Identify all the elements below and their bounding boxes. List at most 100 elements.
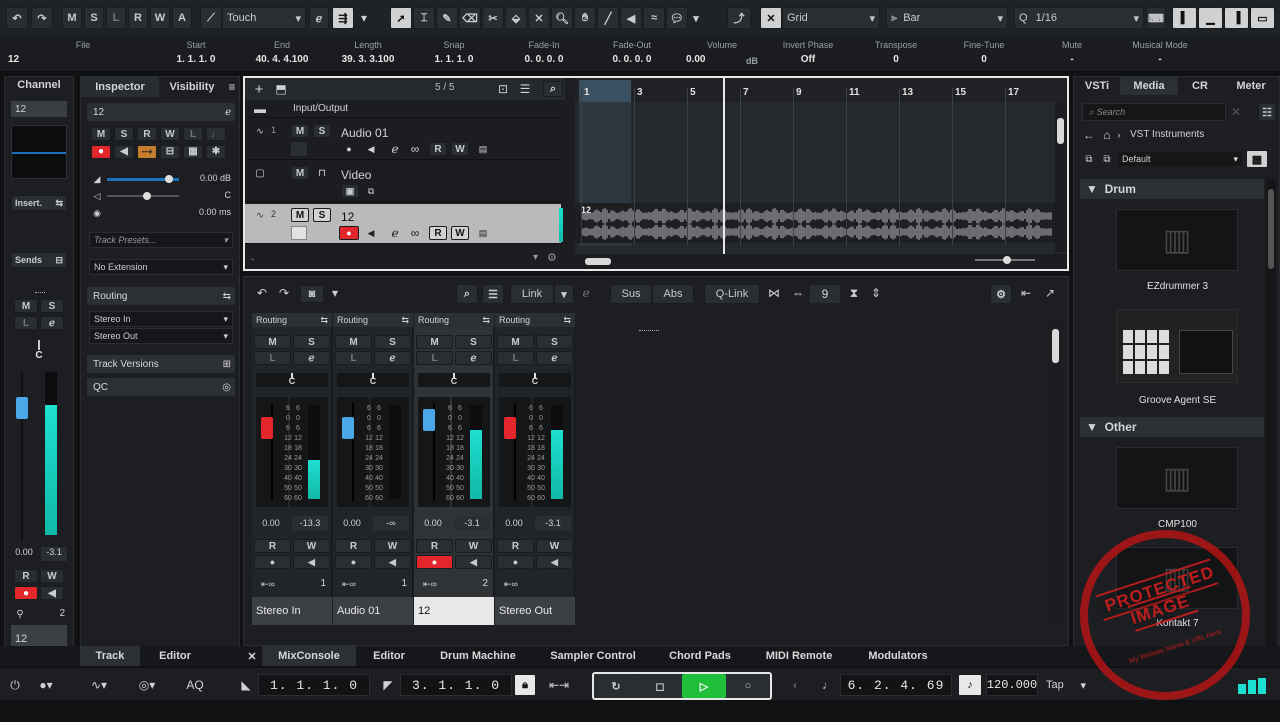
channel-fader-handle[interactable] <box>16 397 28 419</box>
tab-editor-left[interactable]: Editor <box>144 646 206 666</box>
strip-record-icon[interactable]: ● <box>335 555 372 569</box>
strip-name[interactable]: Stereo Out <box>495 597 575 625</box>
strip-pan[interactable]: C <box>337 373 409 387</box>
channel-pan-indicator[interactable] <box>38 340 40 350</box>
inspector-write-button[interactable]: W <box>160 127 180 141</box>
snap-toggle-icon[interactable]: ⤴ <box>727 7 751 29</box>
channel-zoom-value[interactable]: 9 <box>810 285 840 303</box>
gear-icon[interactable]: ⚙ <box>547 251 557 264</box>
strip-pan[interactable]: C <box>256 373 328 387</box>
auto-scroll-icon[interactable]: ⇶ <box>332 7 354 29</box>
list-icon[interactable]: ☰ <box>482 284 504 304</box>
vst-thumbnail-groove-agent[interactable] <box>1116 309 1238 383</box>
strip-volume-value[interactable]: 0.00 <box>252 518 290 528</box>
snapshot-icon[interactable]: ◙ <box>300 285 324 303</box>
strip-monitor-icon[interactable]: ◀︎ <box>374 555 411 569</box>
tab-media[interactable]: Media <box>1120 77 1178 95</box>
undo-icon[interactable]: ↶ <box>6 7 28 29</box>
read-mode-button[interactable]: R <box>128 7 148 29</box>
chevron-down-icon[interactable]: ▾ <box>689 7 703 29</box>
keyboard-icon[interactable]: ⌨ <box>1146 7 1166 29</box>
channel-solo-button[interactable]: S <box>40 299 64 313</box>
media-scroll-thumb[interactable] <box>1268 189 1274 269</box>
tempo-track-icon[interactable]: ♪ <box>958 674 982 696</box>
left-locator-field[interactable]: 1. 1. 1. 0 <box>258 674 370 696</box>
zoom-in-icon[interactable]: ⇔ <box>790 285 806 301</box>
splitter[interactable] <box>565 78 575 269</box>
strip-peak-value[interactable]: -13.3 <box>292 516 328 530</box>
track-name[interactable]: 12 <box>341 210 354 224</box>
strip-monitor-icon[interactable]: ◀︎ <box>536 555 573 569</box>
edit-icon[interactable]: ℯ <box>225 107 231 118</box>
listen-mode-button[interactable]: L <box>106 7 126 29</box>
gear-icon[interactable]: ⚙ <box>990 284 1012 304</box>
stack-icon[interactable]: ⧉ <box>1082 152 1096 166</box>
vertical-scroll-thumb[interactable] <box>1057 118 1064 144</box>
record-mode-icon[interactable]: ●▾ <box>32 676 60 694</box>
volume-slider-handle[interactable] <box>165 175 173 183</box>
monitor-icon[interactable]: ◀︎ <box>363 226 379 240</box>
tab-drum-machine[interactable]: Drum Machine <box>424 646 532 666</box>
tab-chord-pads[interactable]: Chord Pads <box>656 646 744 666</box>
track-audio-01[interactable]: ∿ 1 M S Audio 01 ● ◀︎ ℯ ∞ R W ▤ <box>245 120 561 160</box>
visibility-icon[interactable]: ⊡ <box>495 81 511 97</box>
lock-icon[interactable]: ⊓ <box>313 166 331 180</box>
vst-thumbnail-ezdrummer[interactable]: ▥ <box>1116 209 1238 271</box>
inspector-monitor-icon[interactable]: ◀︎ <box>114 144 134 159</box>
channel-title[interactable]: Channel <box>5 79 73 91</box>
clear-icon[interactable]: ✕ <box>1230 105 1242 119</box>
search-icon[interactable]: ⌕ <box>543 81 563 97</box>
inspector-solo-button[interactable]: S <box>114 127 134 141</box>
media-search-input[interactable]: ⌕ Search <box>1082 103 1226 121</box>
strip-peak-value[interactable]: -3.1 <box>535 516 571 530</box>
strip-write-button[interactable]: W <box>374 539 411 553</box>
inspector-lock-icon[interactable]: ⤏ <box>137 144 157 159</box>
track-read-button[interactable]: R <box>429 226 447 240</box>
extension-select[interactable]: No Extension ▾ <box>89 259 233 275</box>
redo-icon[interactable]: ↷ <box>276 285 292 301</box>
tempo-field[interactable]: 120.000 <box>986 674 1038 696</box>
info-transpose[interactable]: Transpose 0 <box>854 38 938 70</box>
height-icon[interactable]: ⧗ <box>846 285 862 301</box>
strip-volume-value[interactable]: 0.00 <box>333 518 371 528</box>
strip-edit-icon[interactable]: ℯ <box>455 351 492 365</box>
output-routing-select[interactable]: Stereo Out ▾ <box>89 328 233 344</box>
list-icon[interactable]: ☰ <box>517 81 533 97</box>
strip-record-icon[interactable]: ● <box>254 555 291 569</box>
marker-icon[interactable]: ◐ <box>786 676 806 694</box>
strip-mute-button[interactable]: M <box>254 335 291 349</box>
aq-button[interactable]: AQ <box>178 674 212 696</box>
copy-icon[interactable]: ⧉ <box>1100 152 1114 166</box>
fader-handle[interactable] <box>504 417 516 439</box>
category-other[interactable]: ▼ Other <box>1080 417 1264 437</box>
track-versions-section[interactable]: Track Versions ⊞ <box>87 355 235 373</box>
erase-icon[interactable]: ⌫ <box>459 7 481 29</box>
play-icon[interactable]: ▷ <box>682 674 726 698</box>
mute-tool-icon[interactable]: ✕ <box>528 7 550 29</box>
inspector-freeze-icon[interactable]: ✱ <box>206 144 226 159</box>
strip-volume-value[interactable]: 0.00 <box>495 518 533 528</box>
left-zone-icon[interactable]: ▌ <box>1172 7 1197 29</box>
channel-pan-value[interactable]: C <box>5 350 73 361</box>
input-routing-select[interactable]: Stereo In ▾ <box>89 311 233 327</box>
strip-listen-button[interactable]: L <box>497 351 534 365</box>
track-read-button[interactable]: R <box>429 142 447 156</box>
inspector-record-icon[interactable]: ● <box>91 144 111 159</box>
info-fade-in[interactable]: Fade-In 0. 0. 0. 0 <box>502 38 586 70</box>
info-fine-tune[interactable]: Fine-Tune 0 <box>942 38 1026 70</box>
vst-name[interactable]: EZdrummer 3 <box>1074 281 1280 292</box>
strip-solo-button[interactable]: S <box>455 335 492 349</box>
info-mute[interactable]: Mute - <box>1030 38 1114 70</box>
glue-icon[interactable]: ⬙ <box>505 7 527 29</box>
tap-tempo-button[interactable]: Tap ▾ <box>1040 674 1092 696</box>
divider-grip[interactable] <box>35 292 45 294</box>
strip-mute-button[interactable]: M <box>335 335 372 349</box>
grid-type-select[interactable]: ⫸ Bar ▾ <box>886 7 1008 29</box>
tab-midi-remote[interactable]: MIDI Remote <box>752 646 846 666</box>
image-view-icon[interactable]: ▩ <box>1246 150 1268 168</box>
record-enable-icon[interactable]: ● <box>341 142 357 156</box>
strip-routing-header[interactable]: Routing ⇆ <box>495 313 575 327</box>
mixer-scrollbar[interactable] <box>1050 315 1062 625</box>
vst-name[interactable]: Groove Agent SE <box>1074 395 1280 406</box>
channel-peak-value[interactable]: -3.1 <box>41 547 67 561</box>
